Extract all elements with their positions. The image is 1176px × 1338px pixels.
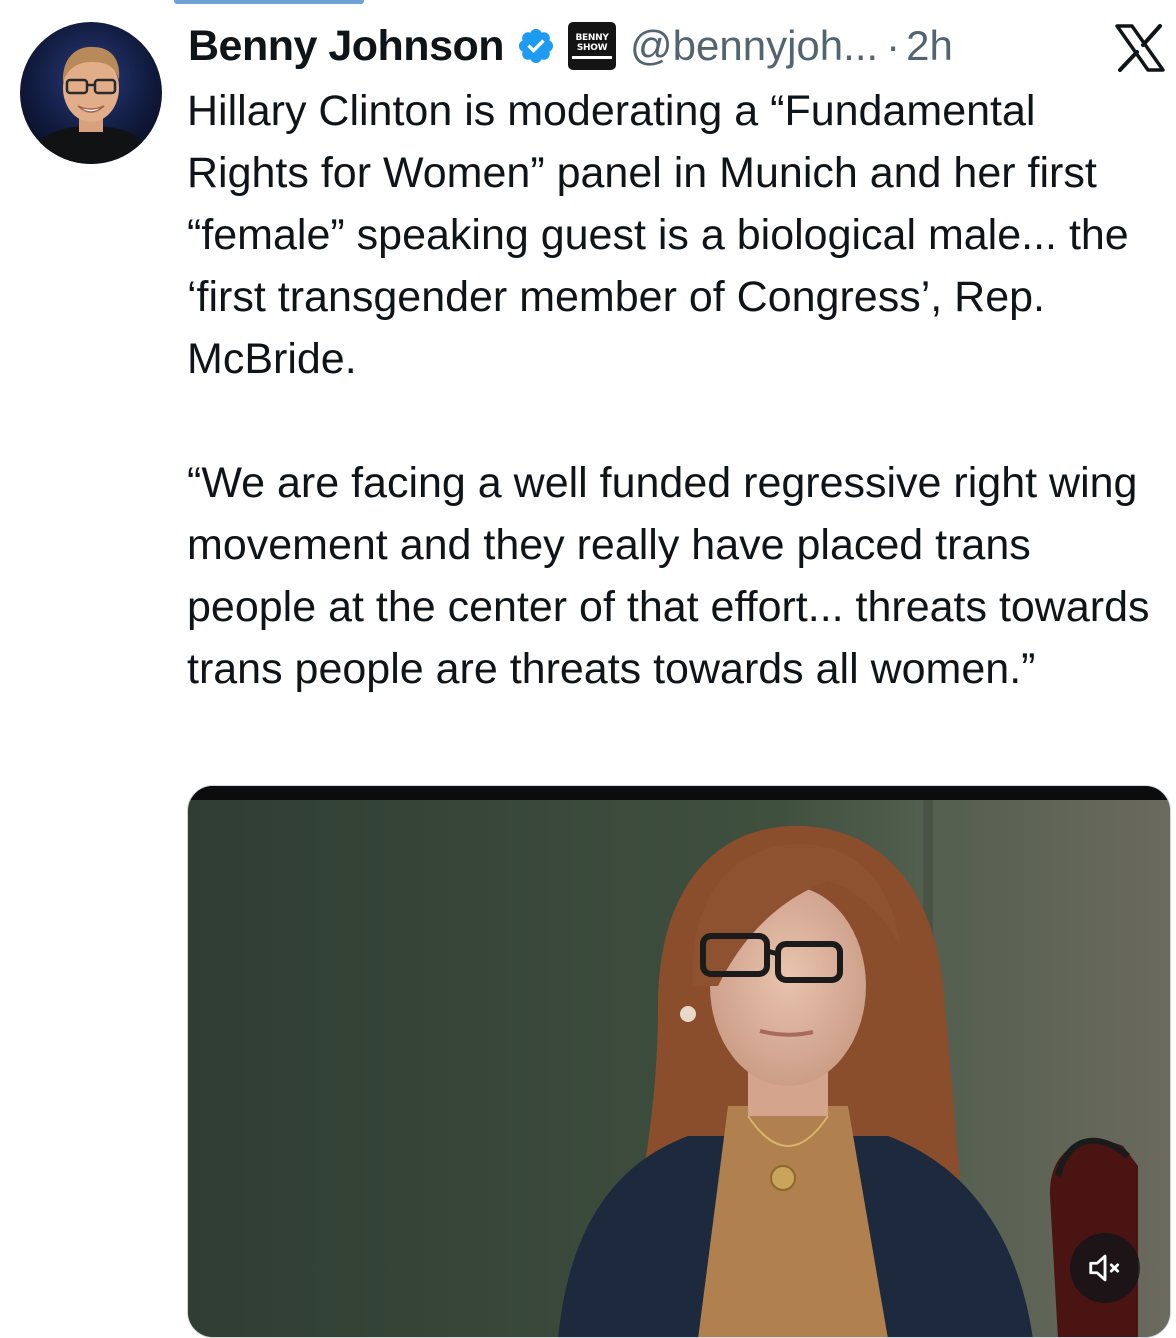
mute-toggle-button[interactable]: [1070, 1233, 1140, 1303]
tweet-text: Hillary Clinton is moderating a “Fundame…: [187, 87, 1150, 693]
author-name[interactable]: Benny Johnson: [188, 22, 505, 71]
affiliate-badge-line1: BENNY: [575, 33, 609, 43]
avatar[interactable]: [20, 22, 162, 164]
tweet-card[interactable]: Benny Johnson BENNY SHOW @bennyjoh... · …: [0, 0, 1176, 1338]
author-handle[interactable]: @bennyjoh...: [630, 22, 878, 70]
tweet-timestamp[interactable]: 2h: [906, 22, 953, 70]
volume-muted-icon: [1089, 1254, 1120, 1282]
tweet-video[interactable]: [187, 785, 1171, 1338]
verified-badge-icon[interactable]: [516, 26, 556, 66]
x-logo-icon: [1115, 24, 1165, 72]
affiliate-badge[interactable]: BENNY SHOW: [568, 22, 617, 70]
header-separator: ·: [886, 22, 901, 69]
tweet-header: Benny Johnson BENNY SHOW @bennyjoh... · …: [188, 18, 953, 74]
affiliate-badge-strip: [572, 56, 613, 59]
affiliate-badge-line2: SHOW: [576, 43, 608, 53]
